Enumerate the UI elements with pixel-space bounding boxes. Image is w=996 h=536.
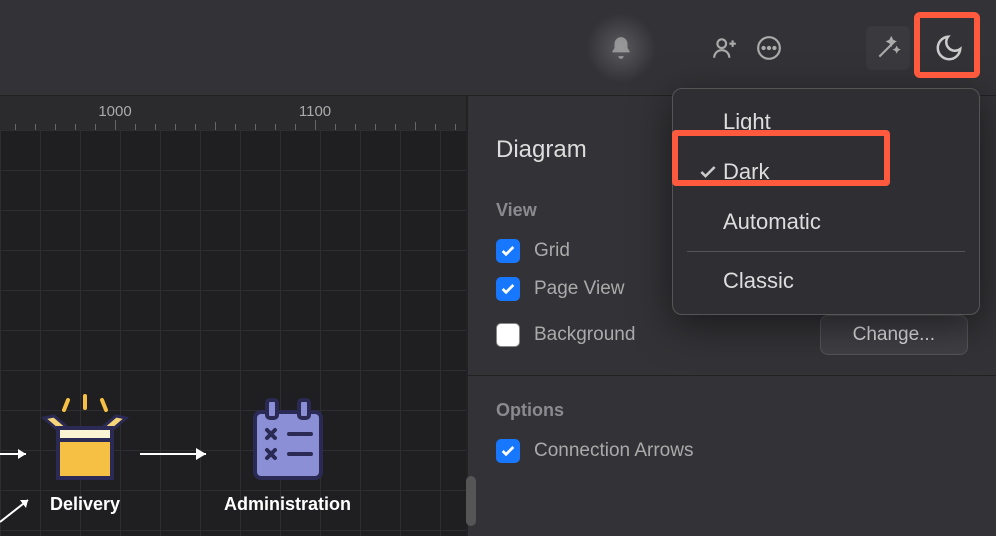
arrow-connector xyxy=(0,444,36,464)
scrollbar-thumb[interactable] xyxy=(466,476,476,526)
theme-label: Light xyxy=(723,109,771,135)
grid-label: Grid xyxy=(534,240,570,262)
arrow-connector xyxy=(140,444,220,464)
theme-label: Classic xyxy=(723,268,794,294)
magic-wand-icon xyxy=(875,35,901,61)
theme-option-automatic[interactable]: Automatic xyxy=(673,197,979,247)
theme-option-classic[interactable]: Classic xyxy=(673,256,979,306)
ruler-label: 1100 xyxy=(299,103,331,120)
theme-label: Automatic xyxy=(723,209,821,235)
section-header-options: Options xyxy=(496,400,968,421)
more-icon xyxy=(756,35,782,61)
theme-option-dark[interactable]: Dark xyxy=(673,147,979,197)
node-delivery[interactable]: Delivery xyxy=(40,394,130,515)
box-open-icon xyxy=(40,394,130,486)
node-administration[interactable]: Administration xyxy=(224,394,351,515)
notifications-button[interactable] xyxy=(604,31,638,65)
panel-divider xyxy=(468,375,996,376)
theme-menu: Light Dark Automatic Classic xyxy=(672,88,980,315)
theme-label: Dark xyxy=(723,159,769,185)
add-user-button[interactable] xyxy=(708,31,742,65)
person-add-icon xyxy=(712,35,738,61)
background-row: Background Change... xyxy=(496,315,968,355)
moon-icon xyxy=(934,33,964,63)
more-button[interactable] xyxy=(752,31,786,65)
menu-divider xyxy=(687,251,965,252)
checklist-icon xyxy=(243,394,333,486)
connection-arrows-row[interactable]: Connection Arrows xyxy=(496,439,968,463)
connection-arrows-label: Connection Arrows xyxy=(534,440,693,462)
checkbox-grid[interactable] xyxy=(496,239,520,263)
diagram-canvas[interactable]: 1000 1100 xyxy=(0,96,466,536)
theme-toggle-button[interactable] xyxy=(920,20,978,76)
arrow-connector xyxy=(0,486,40,526)
node-label: Administration xyxy=(224,494,351,515)
change-background-button[interactable]: Change... xyxy=(820,315,968,355)
page-view-label: Page View xyxy=(534,278,625,300)
magic-wand-button[interactable] xyxy=(866,26,910,70)
checkbox-page-view[interactable] xyxy=(496,277,520,301)
top-toolbar xyxy=(0,0,996,96)
check-icon xyxy=(693,162,723,182)
theme-option-light[interactable]: Light xyxy=(673,97,979,147)
background-label: Background xyxy=(534,324,635,346)
node-label: Delivery xyxy=(50,494,120,515)
ruler-label: 1000 xyxy=(98,103,131,120)
checkbox-connection-arrows[interactable] xyxy=(496,439,520,463)
horizontal-ruler: 1000 1100 xyxy=(0,96,466,130)
checkbox-background[interactable] xyxy=(496,323,520,347)
